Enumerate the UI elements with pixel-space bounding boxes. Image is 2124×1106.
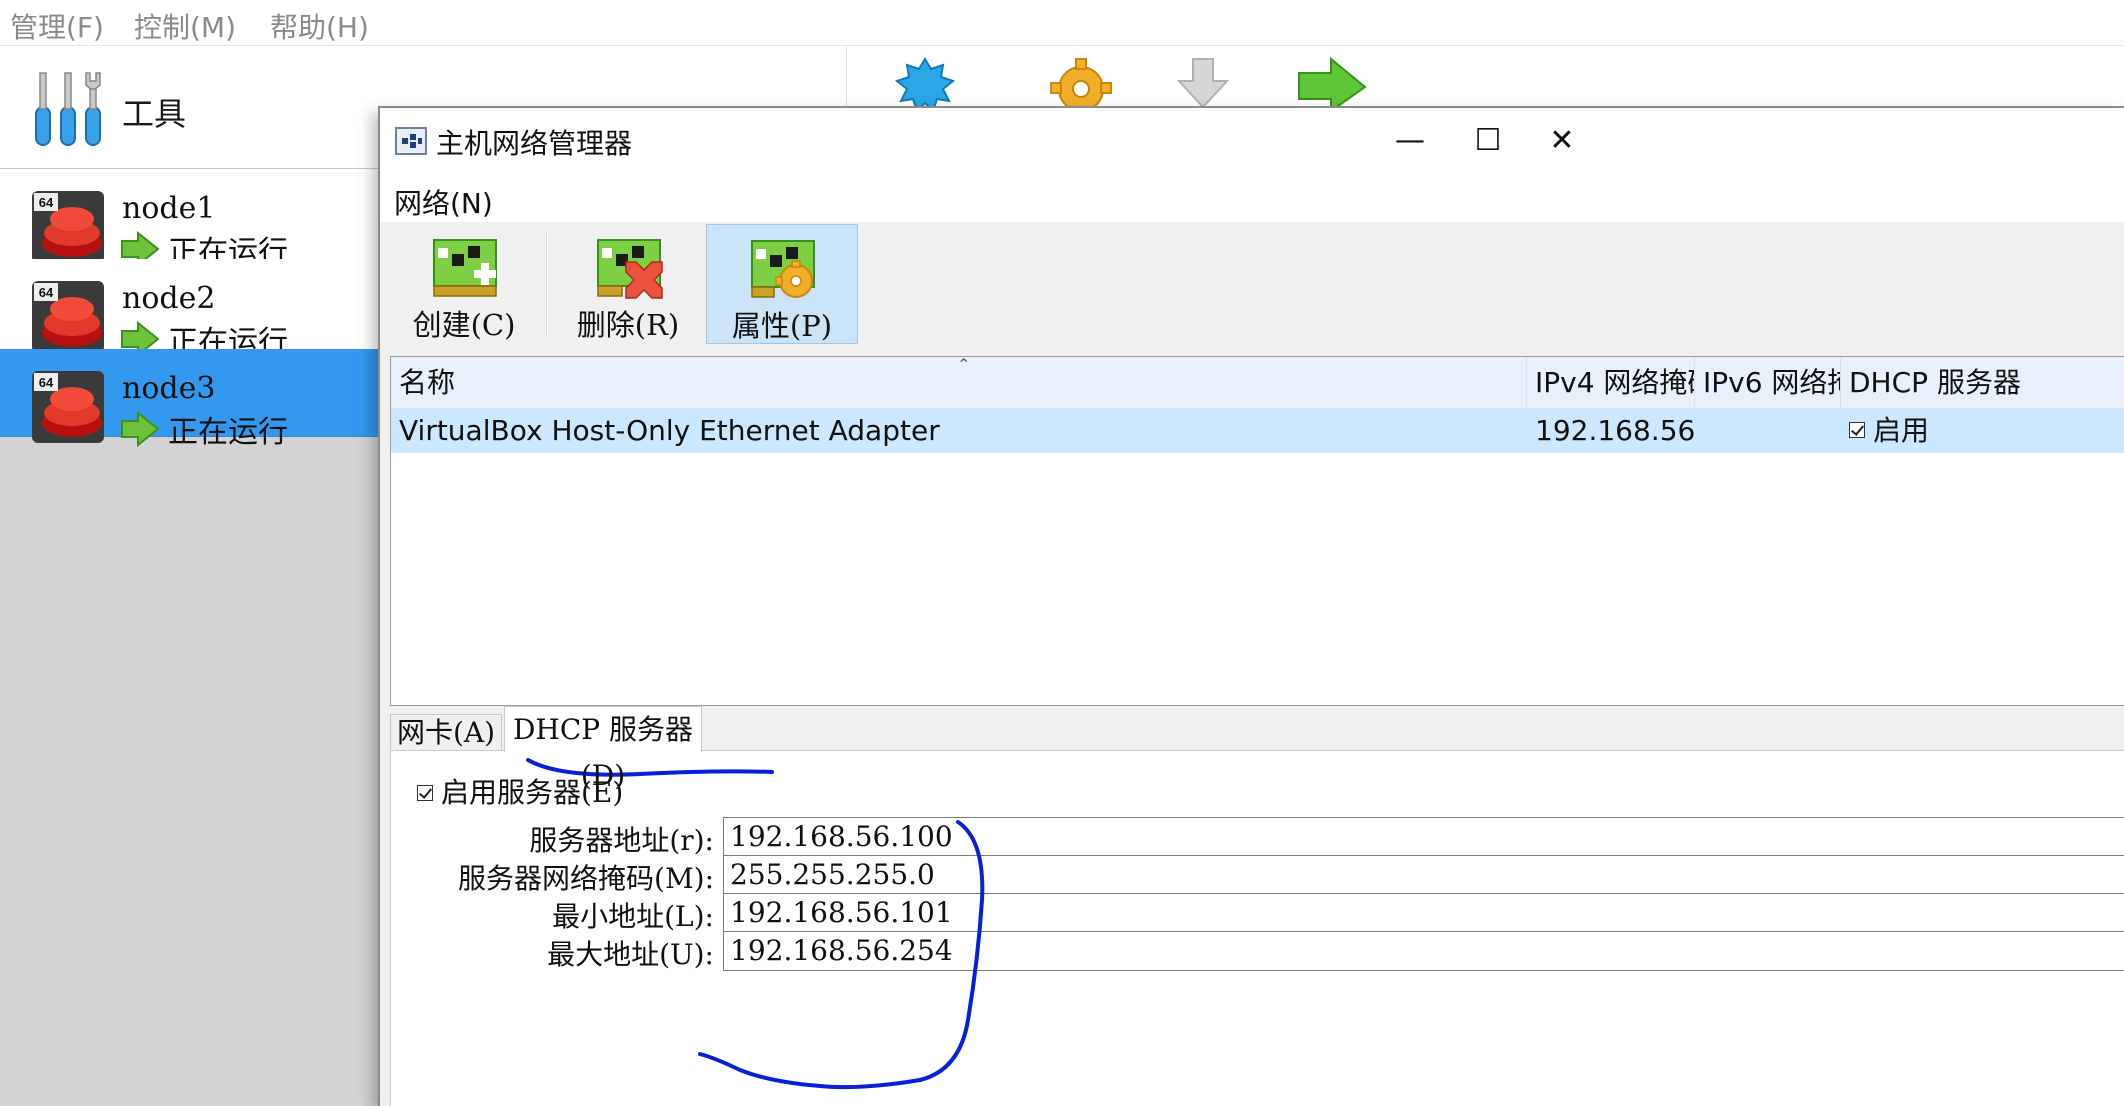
table-row[interactable]: VirtualBox Host-Only Ethernet Adapter 19… — [391, 409, 2124, 453]
lower-bound-label: 最小地址(L): — [552, 900, 714, 933]
cell-adapter-name: VirtualBox Host-Only Ethernet Adapter — [399, 414, 940, 447]
vm-sidebar: 工具 64 node1 正在运行 64 node2 正在运行 64 node3 … — [0, 47, 380, 1106]
upper-bound-input[interactable]: 192.168.56.254 — [723, 931, 2124, 971]
remove-button[interactable]: 删除(R) — [556, 224, 700, 344]
start-arrow-icon[interactable] — [1295, 55, 1371, 111]
toolbar-separator — [546, 232, 548, 336]
remove-network-icon — [597, 239, 663, 299]
dhcp-server-panel: 启用服务器(E) 服务器地址(r): 192.168.56.100 服务器网络掩… — [390, 750, 2124, 1106]
close-button[interactable]: ✕ — [1522, 114, 1602, 170]
remove-label: 删除(R) — [576, 308, 680, 342]
lower-bound-input[interactable]: 192.168.56.101 — [723, 893, 2124, 933]
sort-caret-icon: ⌃ — [957, 355, 971, 374]
menu-network[interactable]: 网络(N) — [394, 182, 493, 222]
redhat-os-icon: 64 — [32, 191, 104, 263]
new-vm-icon[interactable] — [887, 55, 963, 111]
column-header-ipv6[interactable]: IPv6 网络掩码 — [1695, 357, 1841, 409]
menu-manage[interactable]: 管理(F) — [10, 6, 104, 46]
column-header-ipv4[interactable]: IPv4 网络掩码 — [1527, 357, 1695, 409]
create-label: 创建(C) — [412, 308, 516, 342]
dialog-menubar: 网络(N) — [380, 174, 2124, 222]
vm-status: 正在运行 — [168, 415, 288, 450]
network-table: 名称 ⌃ IPv4 网络掩码 IPv6 网络掩码 DHCP 服务器 Virtua… — [390, 355, 2124, 706]
server-address-label: 服务器地址(r): — [529, 824, 714, 857]
vm-badge: 64 — [39, 285, 54, 300]
main-toolbar — [846, 47, 2124, 111]
minimize-button[interactable]: — — [1370, 114, 1450, 170]
vm-badge: 64 — [39, 375, 54, 390]
tab-dhcp-server[interactable]: DHCP 服务器(D) — [504, 706, 702, 792]
network-properties-icon — [751, 240, 815, 298]
tools-icon — [35, 72, 101, 146]
dhcp-checkbox[interactable] — [1849, 422, 1865, 438]
menu-help[interactable]: 帮助(H) — [270, 6, 369, 46]
properties-button[interactable]: 属性(P) — [706, 224, 858, 344]
vm-item-node3[interactable]: 64 node3 正在运行 — [0, 349, 380, 450]
main-menubar: 管理(F) 控制(M) 帮助(H) — [0, 0, 2124, 46]
vm-name: node2 — [122, 281, 216, 316]
server-address-input[interactable]: 192.168.56.100 — [723, 817, 2124, 857]
table-header: 名称 ⌃ IPv4 网络掩码 IPv6 网络掩码 DHCP 服务器 — [391, 355, 2124, 409]
discard-arrow-icon[interactable] — [1165, 55, 1241, 111]
running-arrow-icon — [121, 411, 160, 447]
dialog-title: 主机网络管理器 — [436, 127, 633, 160]
maximize-button[interactable]: ☐ — [1448, 114, 1528, 170]
dialog-titlebar[interactable]: 主机网络管理器 — ☐ ✕ — [380, 108, 2124, 174]
cell-ipv4: 192.168.56.1/24 — [1535, 414, 1695, 447]
host-network-manager-dialog: 主机网络管理器 — ☐ ✕ 网络(N) 创建(C) 删除(R) 属性(P) 名称… — [378, 106, 2124, 1106]
cell-dhcp-label: 启用 — [1873, 414, 1930, 447]
vm-name: node3 — [122, 371, 216, 406]
redhat-os-icon: 64 — [32, 371, 104, 443]
column-header-dhcp[interactable]: DHCP 服务器 — [1841, 357, 2124, 409]
enable-server-checkbox[interactable] — [417, 784, 433, 801]
create-button[interactable]: 创建(C) — [390, 224, 538, 344]
cell-dhcp: 启用 — [1841, 409, 2124, 453]
server-mask-input[interactable]: 255.255.255.0 — [723, 855, 2124, 895]
server-mask-label: 服务器网络掩码(M): — [458, 862, 714, 895]
vm-name: node1 — [122, 191, 216, 226]
properties-tabs: 网卡(A) DHCP 服务器(D) — [390, 706, 2124, 792]
vm-badge: 64 — [39, 195, 54, 210]
sidebar-item-tools[interactable]: 工具 — [0, 47, 380, 169]
network-manager-icon — [395, 127, 427, 155]
tab-adapter[interactable]: 网卡(A) — [390, 714, 502, 750]
menu-control[interactable]: 控制(M) — [134, 6, 236, 46]
redhat-os-icon: 64 — [32, 281, 104, 353]
cell-ipv6 — [1695, 409, 1841, 453]
properties-label: 属性(P) — [731, 309, 833, 343]
create-network-icon — [433, 239, 497, 297]
tools-label: 工具 — [122, 95, 187, 133]
upper-bound-label: 最大地址(U): — [547, 938, 714, 971]
settings-gear-icon[interactable] — [1043, 55, 1119, 111]
